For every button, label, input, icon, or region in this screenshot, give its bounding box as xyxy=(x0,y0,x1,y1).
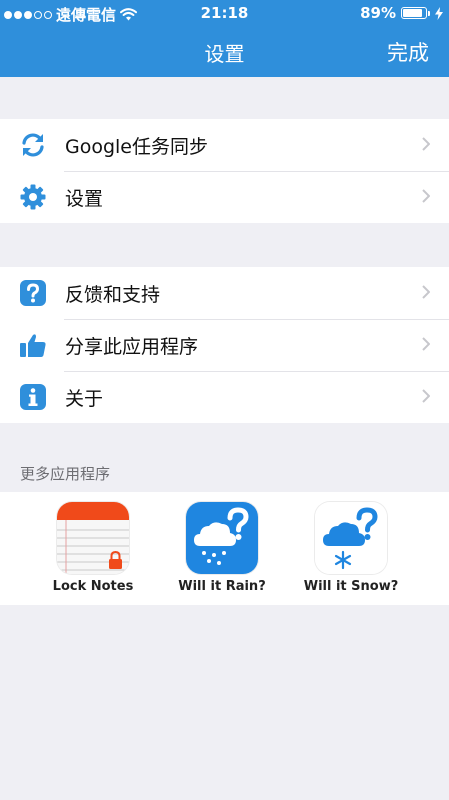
page-title: 设置 xyxy=(204,42,245,66)
row-label: 设置 xyxy=(65,187,104,210)
chevron-right-icon xyxy=(422,137,430,151)
share-app-row[interactable]: 分享此应用程序 xyxy=(0,319,449,371)
row-label: 关于 xyxy=(65,387,104,410)
chevron-right-icon xyxy=(422,285,430,299)
rain-cloud-icon xyxy=(186,502,258,574)
done-button[interactable]: 完成 xyxy=(387,37,429,67)
app-will-it-rain[interactable]: Will it Rain? xyxy=(167,502,277,594)
row-label: 反馈和支持 xyxy=(65,283,161,306)
sync-icon xyxy=(19,131,47,159)
google-task-sync-row[interactable]: Google任务同步 xyxy=(0,119,449,171)
battery-status: 89% xyxy=(360,4,443,22)
chevron-right-icon xyxy=(422,389,430,403)
snow-cloud-icon xyxy=(315,502,387,574)
feedback-support-row[interactable]: 反馈和支持 xyxy=(0,267,449,319)
more-apps-section: Lock Notes Will it Rain? Will it Snow? xyxy=(0,492,449,605)
app-name: Will it Rain? xyxy=(178,579,266,594)
gear-icon xyxy=(19,183,47,211)
app-lock-notes[interactable]: Lock Notes xyxy=(38,502,148,594)
lock-notes-icon xyxy=(57,502,129,574)
info-icon xyxy=(19,383,47,411)
app-name: Lock Notes xyxy=(52,579,134,594)
charging-bolt-icon xyxy=(435,6,443,20)
thumbs-up-icon xyxy=(19,331,47,359)
battery-percent: 89% xyxy=(360,4,396,22)
status-bar: 遠傳電信 21:18 89% xyxy=(0,0,449,26)
settings-row[interactable]: 设置 xyxy=(0,171,449,223)
chevron-right-icon xyxy=(422,337,430,351)
sync-settings-group: Google任务同步 设置 xyxy=(0,119,449,223)
chevron-right-icon xyxy=(422,189,430,203)
row-label: 分享此应用程序 xyxy=(65,335,199,358)
app-name: Will it Snow? xyxy=(303,579,399,594)
more-apps-header: 更多应用程序 xyxy=(20,465,111,483)
row-label: Google任务同步 xyxy=(65,135,209,158)
about-row[interactable]: 关于 xyxy=(0,371,449,423)
battery-icon xyxy=(401,7,427,19)
question-icon xyxy=(19,279,47,307)
app-will-it-snow[interactable]: Will it Snow? xyxy=(296,502,406,594)
navigation-bar: 遠傳電信 21:18 89% 设置 完成 xyxy=(0,0,449,77)
support-group: 反馈和支持 分享此应用程序 关于 xyxy=(0,267,449,423)
